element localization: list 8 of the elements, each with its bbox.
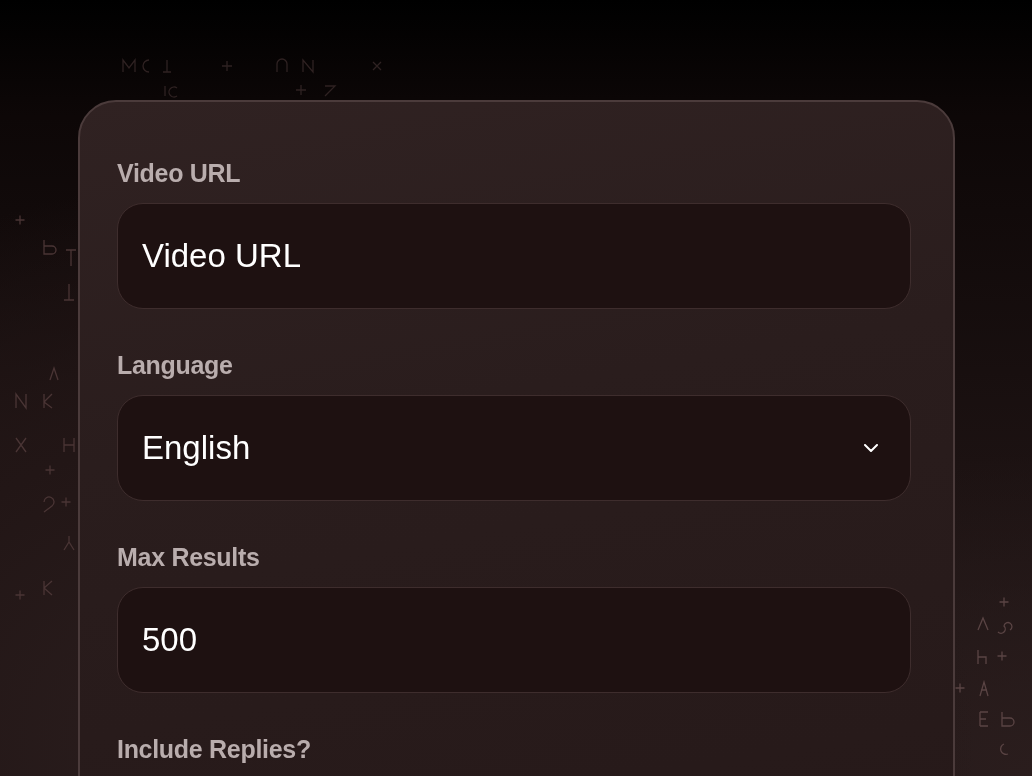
chevron-down-icon [864, 444, 878, 452]
field-label: Language [117, 350, 233, 380]
text-input[interactable]: 500 [117, 587, 911, 693]
dropdown-select[interactable]: English [117, 395, 911, 501]
field-label: Include Replies? [117, 734, 311, 764]
field-label: Max Results [117, 542, 260, 572]
field-label: Video URL [117, 158, 241, 188]
text-input[interactable]: Video URL [117, 203, 911, 309]
